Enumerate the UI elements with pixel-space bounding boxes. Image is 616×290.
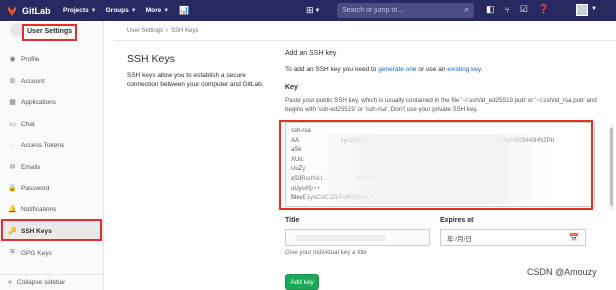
expires-label: Expires at — [440, 217, 474, 224]
title-input[interactable] — [285, 229, 430, 246]
redacted-title — [296, 235, 386, 241]
activity-chart-icon[interactable]: 📊 — [179, 6, 189, 15]
chevron-down-icon: ▼ — [163, 7, 170, 14]
breadcrumb-current[interactable]: SSH Keys — [171, 28, 198, 34]
sidebar-item-label: Chat — [21, 120, 35, 128]
collapse-sidebar-button[interactable]: « Collapse sidebar — [0, 274, 104, 290]
chevron-down-icon: ▼ — [90, 7, 97, 14]
sidebar-item-notifications[interactable]: 🔔 Notifications — [0, 199, 104, 219]
top-navbar: GitLab Projects ▼ Groups ▼ More ▼ 📊 ⊞ ▼ Sear… — [0, 0, 616, 21]
sidebar-item-label: Notifications — [21, 205, 57, 213]
expires-placeholder: 年 /月/日 — [447, 235, 472, 243]
applications-icon: ▦ — [9, 99, 16, 106]
title-help-text: Give your individual key a title — [285, 249, 367, 256]
breadcrumb: User Settings › SSH Keys — [127, 28, 198, 34]
highlight-box-ssh-keys — [1, 219, 102, 241]
sidebar-item-label: Account — [21, 77, 45, 85]
access-tokens-icon: ◌ — [10, 141, 15, 149]
key-help-text: Paste your public SSH key, which is usua… — [285, 97, 597, 113]
sidebar-item-label: Applications — [21, 98, 57, 106]
divider — [114, 40, 616, 41]
sidebar-item-password[interactable]: 🔒 Password — [0, 178, 104, 198]
sidebar-item-profile[interactable]: ◉ Profile — [0, 49, 104, 69]
nav-groups-menu[interactable]: Groups ▼ — [106, 7, 137, 14]
sidebar-item-access-tokens[interactable]: ◌ Access Tokens — [0, 135, 104, 155]
chevron-down-icon: ▼ — [314, 7, 321, 14]
gpg-keys-icon: ⛨ — [9, 249, 16, 256]
collapse-sidebar-label: Collapse sidebar — [16, 279, 66, 286]
issues-icon[interactable]: ◧ — [486, 4, 495, 15]
sidebar-item-applications[interactable]: ▦ Applications — [0, 92, 104, 112]
sidebar-item-gpg-keys[interactable]: ⛨ GPG Keys — [0, 243, 104, 263]
watermark-text: CSDN @Amouzy — [527, 267, 597, 277]
account-icon: ⚙ — [9, 78, 16, 85]
search-input[interactable]: Search or jump to... ⌕ — [337, 3, 474, 18]
todos-icon[interactable]: ☑ — [520, 4, 528, 15]
form-intro: To add an SSH key you need to generate o… — [285, 66, 483, 73]
brand-name: GitLab — [22, 5, 51, 16]
merge-requests-icon[interactable]: ⑂ — [505, 5, 510, 15]
nav-more-menu[interactable]: More ▼ — [146, 7, 169, 14]
page-description: SSH keys allow you to establish a secure… — [127, 72, 264, 88]
sidebar-item-label: GPG Keys — [21, 249, 52, 257]
add-key-button[interactable]: Add key — [285, 274, 319, 290]
double-chevron-left-icon: « — [8, 279, 12, 286]
sidebar-item-label: Password — [21, 184, 50, 192]
sidebar-item-chat[interactable]: ▭ Chat — [0, 114, 104, 134]
chat-icon: ▭ — [9, 121, 16, 128]
highlight-box-user-settings — [22, 24, 77, 41]
settings-sidebar: User Settings ◉ Profile ⚙ Account ▦ Applicati… — [0, 21, 104, 290]
generate-one-link[interactable]: generate one — [378, 66, 416, 73]
chevron-down-icon: ▼ — [130, 7, 137, 14]
emails-icon: ✉ — [9, 164, 16, 171]
sidebar-item-label: Profile — [21, 55, 40, 63]
key-label: Key — [285, 84, 298, 91]
gitlab-fox-icon — [8, 5, 16, 16]
nav-projects-menu[interactable]: Projects ▼ — [63, 7, 97, 14]
sidebar-item-account[interactable]: ⚙ Account — [0, 71, 104, 91]
notifications-icon: 🔔 — [8, 206, 17, 213]
search-placeholder: Search or jump to... — [342, 7, 404, 14]
password-icon: 🔒 — [8, 185, 17, 192]
existing-key-link[interactable]: existing key — [447, 66, 480, 73]
user-avatar[interactable] — [576, 4, 588, 16]
sidebar-item-label: Access Tokens — [21, 141, 65, 149]
breadcrumb-parent[interactable]: User Settings — [127, 28, 163, 34]
profile-icon: ◉ — [9, 56, 16, 63]
scrollbar-thumb[interactable] — [610, 128, 613, 206]
sidebar-item-emails[interactable]: ✉ Emails — [0, 157, 104, 177]
page-title: SSH Keys — [127, 53, 175, 65]
nav-icon-group: ◧ ⑂ ☑ ❓ — [486, 4, 559, 15]
chevron-down-icon[interactable]: ▼ — [591, 6, 597, 12]
expires-date-input[interactable]: 年 /月/日 📅 — [440, 229, 586, 246]
plus-icon: ⊞ — [306, 5, 314, 15]
page-scrollbar[interactable] — [609, 124, 614, 210]
gitlab-logo[interactable]: GitLab — [6, 5, 54, 17]
sidebar-item-label: Emails — [21, 163, 41, 171]
title-label: Title — [285, 217, 300, 224]
calendar-icon[interactable]: 📅 — [569, 233, 579, 242]
form-heading: Add an SSH key — [285, 50, 337, 57]
highlight-box-key — [279, 120, 593, 210]
help-icon[interactable]: ❓ — [538, 4, 549, 15]
new-item-button[interactable]: ⊞ ▼ — [306, 5, 321, 16]
chevron-right-icon: › — [166, 28, 169, 34]
search-icon: ⌕ — [464, 5, 469, 14]
